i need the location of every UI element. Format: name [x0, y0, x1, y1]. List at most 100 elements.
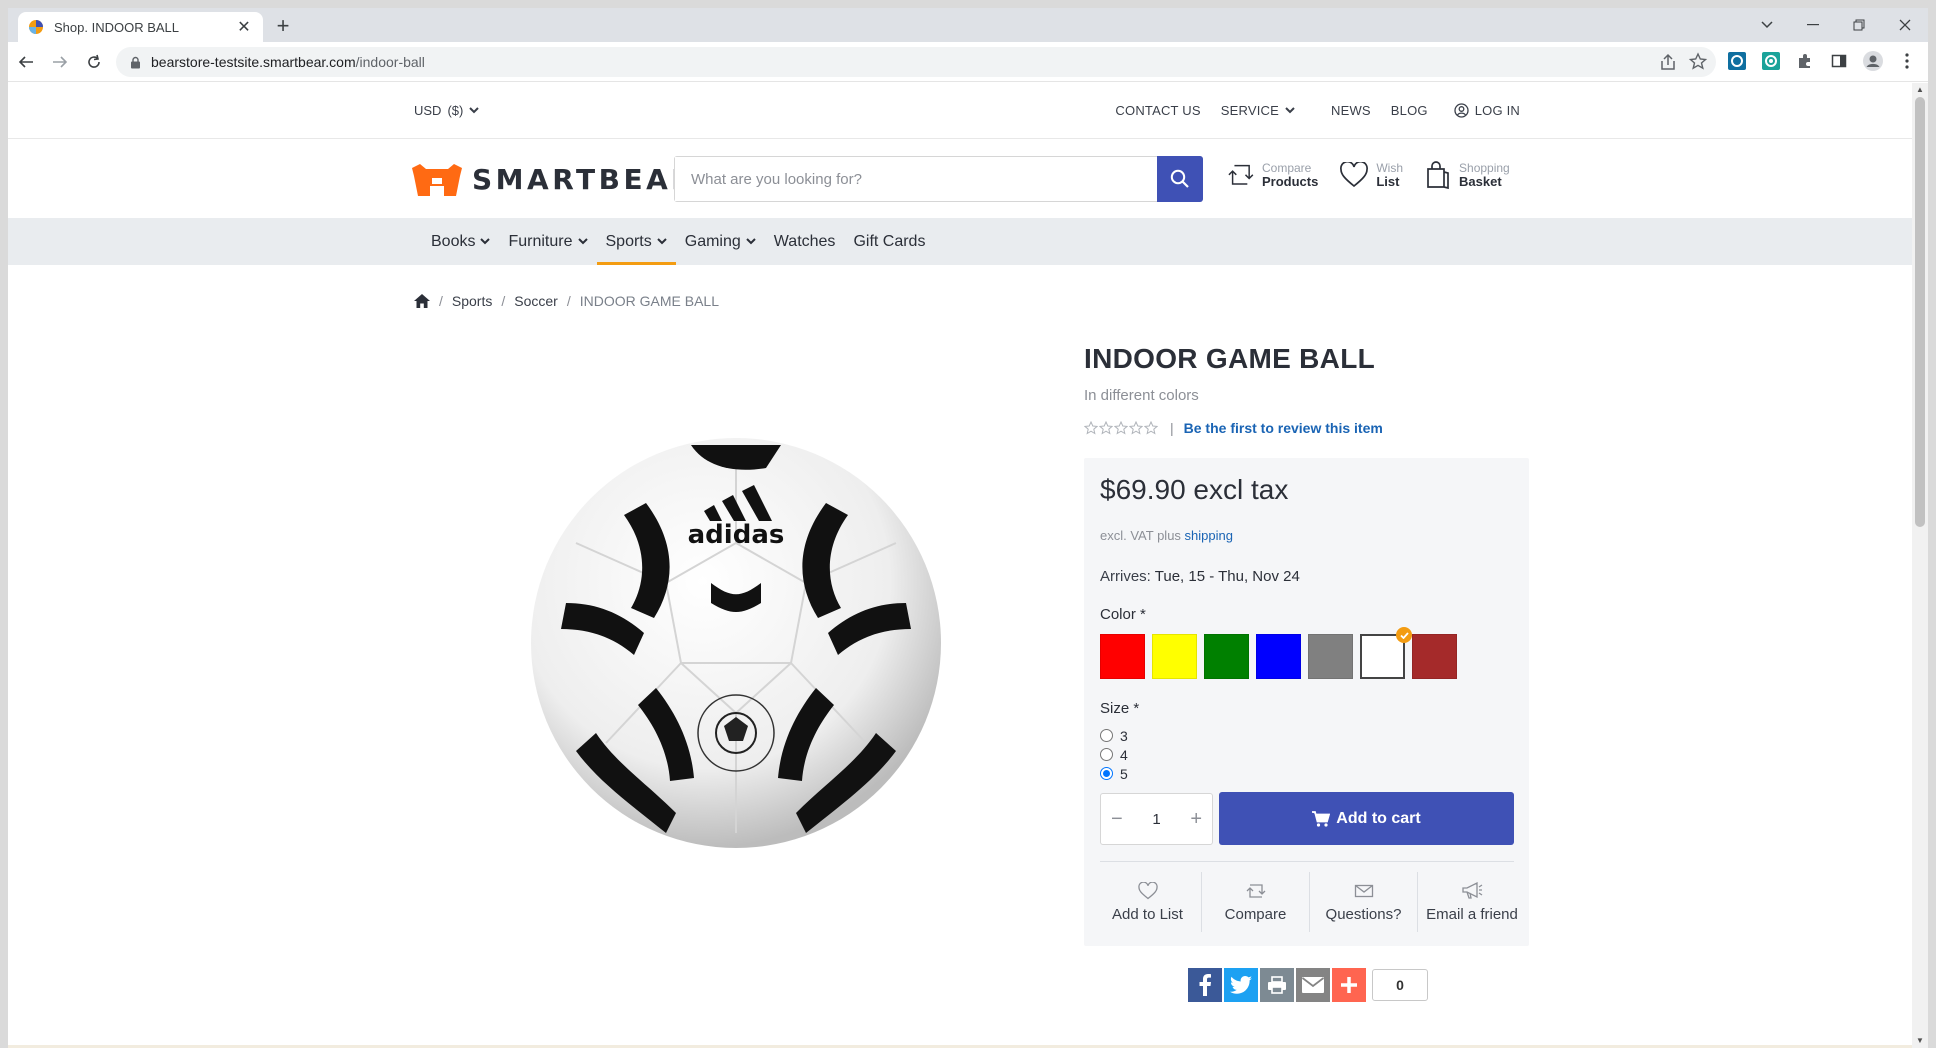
shipping-link[interactable]: shipping [1185, 528, 1233, 543]
twitter-share-button[interactable] [1224, 968, 1258, 1002]
new-tab-icon[interactable]: + [270, 14, 296, 40]
tab-close-icon[interactable]: ✕ [235, 17, 253, 37]
site-favicon-icon [29, 20, 43, 34]
add-to-list-button[interactable]: Add to List [1094, 872, 1202, 932]
breadcrumb-current: INDOOR GAME BALL [579, 293, 719, 309]
star-icon [1114, 421, 1128, 435]
buy-box: $69.90 excl tax excl. VAT plus shipping … [1084, 458, 1529, 946]
envelope-icon [1354, 884, 1373, 897]
email-friend-label: Email a friend [1426, 905, 1518, 923]
page-viewport: USD ($) CONTACT US SERVICE NEWS BLOG LOG… [8, 83, 1928, 1048]
star-icon [1084, 421, 1098, 435]
email-share-button[interactable] [1296, 968, 1330, 1002]
extension-icons [1726, 50, 1918, 72]
address-bar: bearstore-testsite.smartbear.com/indoor-… [8, 42, 1928, 82]
forward-icon[interactable] [44, 46, 76, 78]
url-path: /indoor-ball [355, 54, 425, 70]
size-option-label: 3 [1120, 727, 1128, 744]
window-controls [1744, 8, 1928, 42]
tab-strip: Shop. INDOOR BALL ✕ + [8, 8, 1928, 42]
cart-icon [1312, 810, 1331, 827]
color-swatch[interactable] [1152, 634, 1197, 679]
breadcrumb-sports[interactable]: Sports [452, 293, 492, 309]
review-link[interactable]: Be the first to review this item [1184, 420, 1383, 436]
minimize-icon[interactable] [1790, 8, 1836, 42]
plus-icon [1341, 977, 1357, 993]
product-image[interactable]: adidas [526, 433, 946, 853]
checkmark-icon [1396, 627, 1412, 643]
product-info: INDOOR GAME BALL In different colors | B… [1084, 343, 1529, 436]
tab-title: Shop. INDOOR BALL [54, 19, 179, 35]
size-options: 3 4 5 [1100, 726, 1128, 783]
size-radio[interactable] [1100, 729, 1113, 742]
star-icon [1099, 421, 1113, 435]
url-field[interactable]: bearstore-testsite.smartbear.com/indoor-… [116, 47, 1716, 77]
add-to-cart-button[interactable]: Add to cart [1219, 792, 1514, 845]
breadcrumb-separator: / [566, 293, 571, 309]
size-option-label: 4 [1120, 746, 1128, 763]
size-option[interactable]: 5 [1100, 764, 1128, 783]
close-window-icon[interactable] [1882, 8, 1928, 42]
star-icon [1144, 421, 1158, 435]
facebook-share-button[interactable] [1188, 968, 1222, 1002]
color-swatch[interactable] [1256, 634, 1301, 679]
browser-menu-icon[interactable] [1896, 50, 1918, 72]
omnibox-icons [1658, 51, 1708, 73]
quantity-stepper: − 1 + [1100, 793, 1213, 845]
tab-search-icon[interactable] [1744, 8, 1790, 42]
quantity-decrease-button[interactable]: − [1111, 808, 1123, 831]
breadcrumb-separator: / [439, 293, 443, 309]
reload-icon[interactable] [78, 46, 110, 78]
side-panel-icon[interactable] [1828, 50, 1850, 72]
size-radio[interactable] [1100, 748, 1113, 761]
extension-1-icon[interactable] [1726, 50, 1748, 72]
more-share-button[interactable] [1332, 968, 1366, 1002]
scroll-up-icon[interactable]: ▲ [1912, 83, 1928, 97]
questions-button[interactable]: Questions? [1310, 872, 1418, 932]
color-swatch[interactable] [1360, 627, 1412, 679]
restore-icon[interactable] [1836, 8, 1882, 42]
color-swatch[interactable] [1204, 634, 1249, 679]
scrollbar-thumb[interactable] [1915, 97, 1925, 527]
browser-tab[interactable]: Shop. INDOOR BALL ✕ [18, 12, 263, 42]
breadcrumb-separator: / [501, 293, 506, 309]
color-swatch[interactable] [1412, 634, 1457, 679]
megaphone-icon [1462, 881, 1483, 899]
share-bar: 0 [1188, 968, 1428, 1002]
lock-icon [131, 56, 140, 68]
compare-icon [1246, 883, 1265, 898]
color-swatch[interactable] [1100, 634, 1145, 679]
color-swatches [1100, 627, 1457, 679]
extensions-puzzle-icon[interactable] [1794, 50, 1816, 72]
print-button[interactable] [1260, 968, 1294, 1002]
bookmark-star-icon[interactable] [1688, 51, 1708, 73]
size-label: Size * [1100, 700, 1140, 717]
divider [1100, 861, 1514, 862]
profile-avatar-icon[interactable] [1862, 50, 1884, 72]
share-page-icon[interactable] [1658, 51, 1678, 73]
scroll-down-icon[interactable]: ▼ [1912, 1034, 1928, 1048]
breadcrumb-soccer[interactable]: Soccer [514, 293, 558, 309]
extension-2-icon[interactable] [1760, 50, 1782, 72]
product-subtitle: In different colors [1084, 387, 1199, 404]
compare-button[interactable]: Compare [1202, 872, 1310, 932]
email-friend-button[interactable]: Email a friend [1418, 872, 1526, 932]
size-option[interactable]: 3 [1100, 726, 1128, 745]
color-label: Color * [1100, 606, 1146, 623]
url-host: bearstore-testsite.smartbear.com [151, 54, 356, 70]
home-icon[interactable] [414, 294, 430, 308]
product-price: $69.90 excl tax [1100, 474, 1289, 505]
size-option[interactable]: 4 [1100, 745, 1128, 764]
size-radio[interactable] [1100, 767, 1113, 780]
breadcrumb: / Sports / Soccer / INDOOR GAME BALL [414, 293, 719, 309]
back-icon[interactable] [10, 46, 42, 78]
quantity-value[interactable]: 1 [1152, 811, 1160, 828]
page-scrollbar[interactable]: ▲ ▼ [1912, 83, 1928, 1048]
quantity-increase-button[interactable]: + [1190, 808, 1202, 831]
color-swatch[interactable] [1308, 634, 1353, 679]
url-text: bearstore-testsite.smartbear.com/indoor-… [151, 54, 425, 70]
facebook-icon [1199, 974, 1211, 996]
rating-stars [1084, 421, 1158, 435]
printer-icon [1268, 976, 1286, 994]
share-count: 0 [1372, 969, 1428, 1001]
